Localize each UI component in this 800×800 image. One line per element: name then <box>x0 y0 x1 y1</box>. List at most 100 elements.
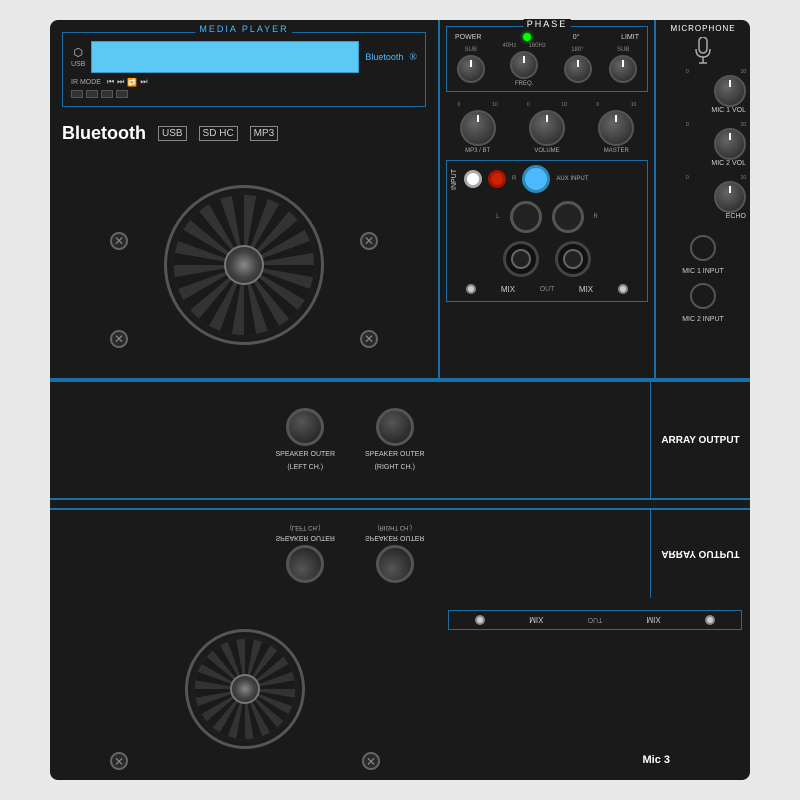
mix-dot-right <box>618 284 628 294</box>
fan <box>164 185 324 345</box>
master-label: MASTER <box>604 148 629 154</box>
echo-label: ECHO <box>726 213 746 220</box>
mic3-label: Mic 3 <box>642 754 670 766</box>
mic2-vol-group: 0 10 MIC 2 VOL <box>660 122 746 169</box>
mic2-vol-label: MIC 2 VOL <box>711 160 746 167</box>
connectivity-icons: Bluetooth USB SD HC MP3 <box>50 115 438 152</box>
mic2-scale-10: 10 <box>740 122 746 128</box>
r-label: R <box>512 176 516 182</box>
media-player-section: MEDIA PLAYER ⬡ USB Bluetooth ® IR MODE ⏮… <box>62 32 426 107</box>
microphone-icon <box>693 37 713 65</box>
bottom-speaker-left-jack <box>286 546 324 584</box>
phase-knob[interactable] <box>564 55 592 83</box>
xlr-left[interactable] <box>503 241 539 277</box>
mic1-scale-0: 0 <box>686 69 689 75</box>
bottom-mix-row: MIX OUT MIX <box>448 610 742 630</box>
bottom-speaker-left-label: SPEAKER OUTER <box>275 535 335 542</box>
bottom-section: SPEAKER OUTER (LEFT CH.) SPEAKER OUTER (… <box>50 500 750 780</box>
speaker-outer-right-ch: (RIGHT CH.) <box>375 463 415 472</box>
mode-dots <box>71 90 417 98</box>
array-output-label: ARRAY OUTPUT <box>661 434 739 447</box>
fan-area: ✕ ✕ ✕ ✕ <box>50 152 438 378</box>
mic1-vol-group: 0 10 MIC 1 VOL <box>660 69 746 116</box>
sub-left-label: SUB <box>465 47 477 53</box>
speaker-outer-right-jack[interactable] <box>376 408 414 446</box>
bottom-fan-area: ✕ ✕ <box>50 598 440 780</box>
mixer-center: PHASE POWER 0° LIMIT SUB <box>440 20 655 378</box>
mode-dot-2[interactable] <box>86 90 98 98</box>
aux-input-label: AUX INPUT <box>556 176 588 182</box>
media-player-title: MEDIA PLAYER <box>195 24 292 34</box>
mic1-input-jack[interactable] <box>690 235 716 261</box>
freq-knob[interactable] <box>510 51 538 79</box>
bottom-array-output-label: ARRAY OUTPUT <box>661 549 739 560</box>
sub-left-knob[interactable] <box>457 55 485 83</box>
volume-knob[interactable] <box>529 110 565 146</box>
speaker-outer-left: SPEAKER OUTER (LEFT CH.) <box>275 408 335 472</box>
phase-title: PHASE <box>524 19 571 29</box>
rca-right[interactable] <box>488 170 506 188</box>
bottom-right-controls: MIX OUT MIX <box>440 598 750 780</box>
speaker-outer-left-label: SPEAKER OUTER <box>275 450 335 459</box>
mic1-scale-10: 10 <box>740 69 746 75</box>
bottom-array-mirror: SPEAKER OUTER (LEFT CH.) SPEAKER OUTER (… <box>50 508 750 598</box>
mic-panel-title: MICROPHONE <box>660 24 746 33</box>
mode-dot-4[interactable] <box>116 90 128 98</box>
mode-dot-3[interactable] <box>101 90 113 98</box>
vol-scale-0: 0 <box>527 102 530 108</box>
bottom-array-left-mirror: SPEAKER OUTER (LEFT CH.) SPEAKER OUTER (… <box>50 510 650 598</box>
phase-knob-row: SUB 40Hz 160Hz FREQ. 180° <box>451 43 643 87</box>
bottom-screw-tr: ✕ <box>362 752 380 770</box>
mic1-vol-knob[interactable] <box>714 75 746 107</box>
next-button[interactable]: ⏭ <box>140 77 147 87</box>
top-section: MEDIA PLAYER ⬡ USB Bluetooth ® IR MODE ⏮… <box>50 20 750 380</box>
array-right: ARRAY OUTPUT <box>650 382 750 498</box>
freq-label: FREQ. <box>515 81 533 87</box>
controls-row: IR MODE ⏮ ⏭ 🔁 ⏭ <box>71 77 417 87</box>
mic2-scale-0: 0 <box>686 122 689 128</box>
jack-left[interactable] <box>510 201 542 233</box>
usb-icon-small: USB <box>158 126 187 141</box>
mic2-vol-knob[interactable] <box>714 128 746 160</box>
echo-knob[interactable] <box>714 181 746 213</box>
bottom-speaker-right-ch: (RIGHT CH.) <box>377 525 412 531</box>
jack-right[interactable] <box>552 201 584 233</box>
bottom-mix-left: MIX <box>529 616 543 625</box>
mix-out-label: OUT <box>540 286 555 293</box>
phase-power-row: POWER 0° LIMIT <box>451 31 643 43</box>
freq-knob-group: 40Hz 160Hz FREQ. <box>502 43 545 87</box>
xlr-right[interactable] <box>555 241 591 277</box>
mic-inputs: MIC 1 INPUT MIC 2 INPUT <box>660 232 746 325</box>
screw-top-left: ✕ <box>110 232 128 250</box>
master-scale-0: 0 <box>596 102 599 108</box>
power-label: POWER <box>455 34 481 41</box>
bottom-fan-grill <box>195 639 295 739</box>
master-knob[interactable] <box>598 110 634 146</box>
mix-dot-left <box>466 284 476 294</box>
echo-scale-10: 10 <box>740 175 746 181</box>
fan-grill <box>174 195 314 335</box>
sub-right-knob[interactable] <box>609 55 637 83</box>
mp3-bt-knob[interactable] <box>460 110 496 146</box>
bottom-array-right-mirror: ARRAY OUTPUT <box>650 510 750 598</box>
speaker-outer-left-jack[interactable] <box>286 408 324 446</box>
echo-scale-0: 0 <box>686 175 689 181</box>
control-buttons: ⏮ ⏭ 🔁 ⏭ <box>107 77 148 87</box>
sd-icon: SD HC <box>199 126 238 141</box>
mp3-scale-0: 0 <box>458 102 461 108</box>
prev-button[interactable]: ⏮ <box>107 77 114 87</box>
sub-right-knob-group: SUB <box>609 47 637 83</box>
mode-dot-1[interactable] <box>71 90 83 98</box>
repeat-button[interactable]: 🔁 <box>127 78 137 87</box>
aux-input[interactable] <box>522 165 550 193</box>
mic3-label-container: Mic 3 <box>642 750 670 768</box>
bottom-speaker-right-jack <box>376 546 414 584</box>
mic2-input-jack[interactable] <box>690 283 716 309</box>
bluetooth-badge: Bluetooth <box>365 52 403 62</box>
rca-left[interactable] <box>464 170 482 188</box>
xlr-row <box>451 237 643 281</box>
mic1-vol-label: MIC 1 VOL <box>711 107 746 114</box>
bottom-out-label: OUT <box>588 617 603 624</box>
prev-track-button[interactable]: ⏭ <box>117 77 124 87</box>
bottom-mix-right: MIX <box>647 616 661 625</box>
